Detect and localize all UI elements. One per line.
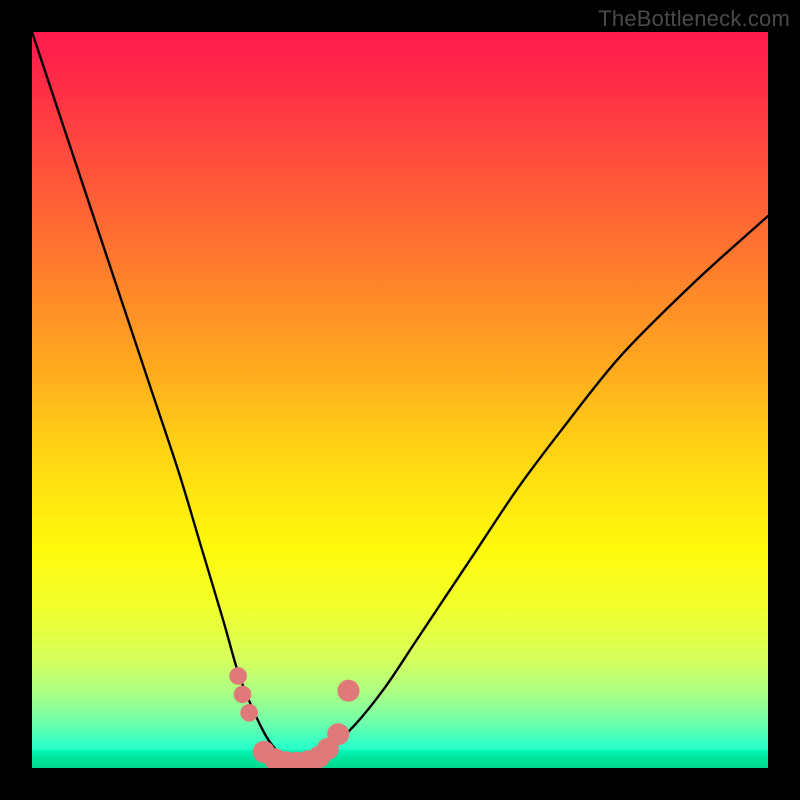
- curve-marker: [234, 686, 252, 704]
- chart-svg: [32, 32, 768, 768]
- plot-area: [32, 32, 768, 768]
- curve-marker: [327, 723, 349, 745]
- curve-marker: [337, 680, 359, 702]
- curve-marker: [229, 667, 247, 685]
- chart-frame: TheBottleneck.com: [0, 0, 800, 800]
- bottleneck-curve: [32, 32, 768, 764]
- attribution-label: TheBottleneck.com: [598, 6, 790, 32]
- curve-marker: [240, 704, 258, 722]
- curve-markers: [229, 667, 359, 768]
